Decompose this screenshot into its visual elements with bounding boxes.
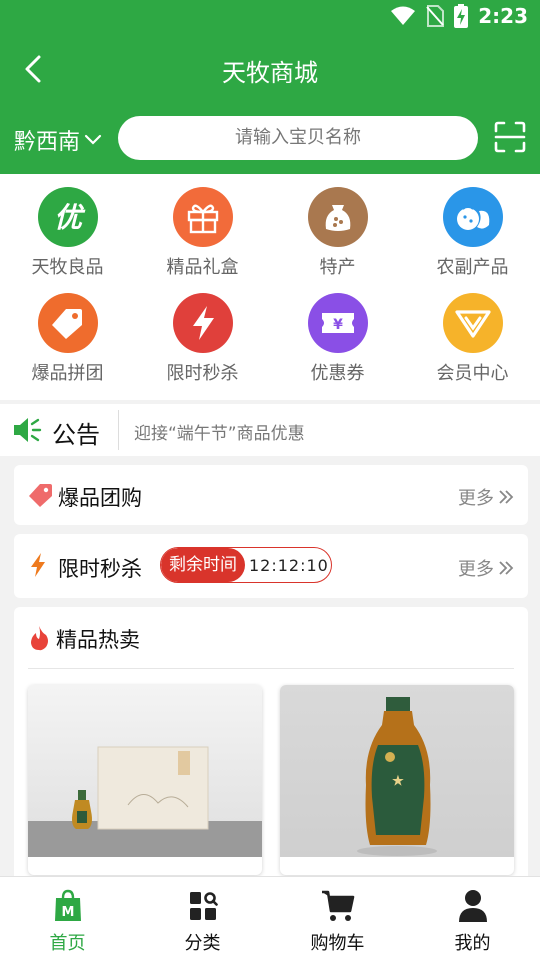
category-coupon[interactable]: ¥ 优惠券 bbox=[270, 293, 405, 385]
double-chevron-right-icon bbox=[499, 490, 514, 504]
lightning-icon bbox=[31, 553, 45, 577]
flame-icon bbox=[31, 626, 48, 651]
tab-cart[interactable]: 购物车 bbox=[270, 877, 405, 960]
svg-text:优: 优 bbox=[53, 201, 85, 234]
tab-category[interactable]: 分类 bbox=[135, 877, 270, 960]
svg-text:★: ★ bbox=[392, 774, 404, 789]
battery-charging-icon bbox=[454, 4, 469, 28]
category-specialty[interactable]: 特产 bbox=[270, 187, 405, 279]
vip-icon bbox=[442, 293, 503, 353]
svg-text:¥: ¥ bbox=[333, 317, 343, 333]
hot-sale-title: 精品热卖 bbox=[56, 628, 140, 652]
tab-profile[interactable]: 我的 bbox=[405, 877, 540, 960]
group-buy-title: 爆品团购 bbox=[58, 486, 142, 510]
title-bar: 天牧商城 bbox=[0, 44, 540, 94]
category-label: 精品礼盒 bbox=[166, 257, 239, 278]
gift-box-icon bbox=[172, 187, 233, 247]
notice-text: 迎接“端午节”商品优惠 bbox=[134, 424, 305, 444]
notice-label: 公告 bbox=[52, 421, 100, 449]
category-grid-icon bbox=[186, 889, 220, 923]
cart-icon bbox=[321, 889, 355, 923]
page-title: 天牧商城 bbox=[222, 59, 318, 87]
category-farm-products[interactable]: 农副产品 bbox=[405, 187, 540, 279]
notice-divider bbox=[118, 410, 119, 450]
category-label: 天牧良品 bbox=[31, 257, 104, 278]
countdown-value: 12:12:10 bbox=[249, 555, 329, 575]
group-buy-card[interactable]: 爆品团购 更多 bbox=[14, 465, 528, 525]
search-row: 黔西南 请输入宝贝名称 bbox=[0, 114, 540, 162]
product-image: ★ bbox=[280, 685, 514, 857]
category-label: 限时秒杀 bbox=[166, 363, 239, 384]
status-time: 2:23 bbox=[478, 4, 528, 28]
category-label: 会员中心 bbox=[436, 363, 509, 384]
svg-text:M: M bbox=[61, 905, 74, 920]
product-card-bottle[interactable]: ★ bbox=[280, 685, 514, 875]
city-label: 黔西南 bbox=[14, 130, 81, 155]
group-buy-more-link[interactable]: 更多 bbox=[458, 484, 514, 510]
user-icon bbox=[456, 889, 490, 923]
category-label: 特产 bbox=[319, 257, 356, 278]
category-member-center[interactable]: 会员中心 bbox=[405, 293, 540, 385]
notice-bar[interactable]: 公告 迎接“端午节”商品优惠 bbox=[0, 404, 540, 456]
lightning-icon bbox=[172, 293, 233, 353]
more-label: 更多 bbox=[458, 559, 494, 580]
city-selector[interactable]: 黔西南 bbox=[14, 124, 102, 156]
flash-sale-card[interactable]: 限时秒杀 剩余时间 12:12:10 更多 bbox=[14, 534, 528, 598]
tab-label: 我的 bbox=[454, 933, 491, 954]
vegetables-icon bbox=[442, 187, 503, 247]
tab-label: 分类 bbox=[184, 933, 221, 954]
flash-sale-more-link[interactable]: 更多 bbox=[458, 555, 514, 581]
section-divider bbox=[28, 668, 514, 669]
price-tag-icon bbox=[29, 484, 52, 507]
wifi-icon bbox=[391, 6, 416, 25]
coupon-icon: ¥ bbox=[307, 293, 368, 353]
tab-label: 购物车 bbox=[310, 933, 365, 954]
you-badge-icon: 优 bbox=[37, 187, 98, 247]
category-gift-box[interactable]: 精品礼盒 bbox=[135, 187, 270, 279]
hot-sale-card: 精品热卖 ★ bbox=[14, 607, 528, 887]
countdown-timer: 剩余时间 12:12:10 bbox=[160, 547, 332, 583]
status-bar: 2:23 bbox=[0, 0, 540, 36]
category-grid: 优 天牧良品 精品礼盒 特产 农副产品 爆品拼团 限时秒杀 ¥ 优惠券 会员中心 bbox=[0, 174, 540, 400]
speaker-icon bbox=[14, 418, 42, 442]
countdown-label: 剩余时间 bbox=[161, 548, 245, 582]
category-flash-sale[interactable]: 限时秒杀 bbox=[135, 293, 270, 385]
category-label: 爆品拼团 bbox=[31, 363, 104, 384]
grain-sack-icon bbox=[307, 187, 368, 247]
no-sim-icon bbox=[426, 5, 445, 27]
shopping-bag-icon: M bbox=[51, 889, 85, 923]
product-card-gift-box[interactable] bbox=[28, 685, 262, 875]
tab-label: 首页 bbox=[49, 933, 86, 954]
search-input[interactable]: 请输入宝贝名称 bbox=[118, 116, 478, 160]
tab-home[interactable]: M 首页 bbox=[0, 877, 135, 960]
category-hot-group[interactable]: 爆品拼团 bbox=[0, 293, 135, 385]
chevron-down-icon bbox=[84, 134, 102, 145]
double-chevron-right-icon bbox=[499, 561, 514, 575]
more-label: 更多 bbox=[458, 488, 494, 509]
scan-icon bbox=[494, 121, 526, 153]
bottom-tab-bar: M 首页 分类 购物车 我的 bbox=[0, 876, 540, 960]
scan-button[interactable] bbox=[494, 121, 526, 153]
flash-sale-title: 限时秒杀 bbox=[58, 557, 142, 581]
category-tianmu-goods[interactable]: 优 天牧良品 bbox=[0, 187, 135, 279]
category-label: 优惠券 bbox=[310, 363, 365, 384]
category-label: 农副产品 bbox=[436, 257, 509, 278]
product-image bbox=[28, 685, 262, 857]
price-tag-icon bbox=[37, 293, 98, 353]
